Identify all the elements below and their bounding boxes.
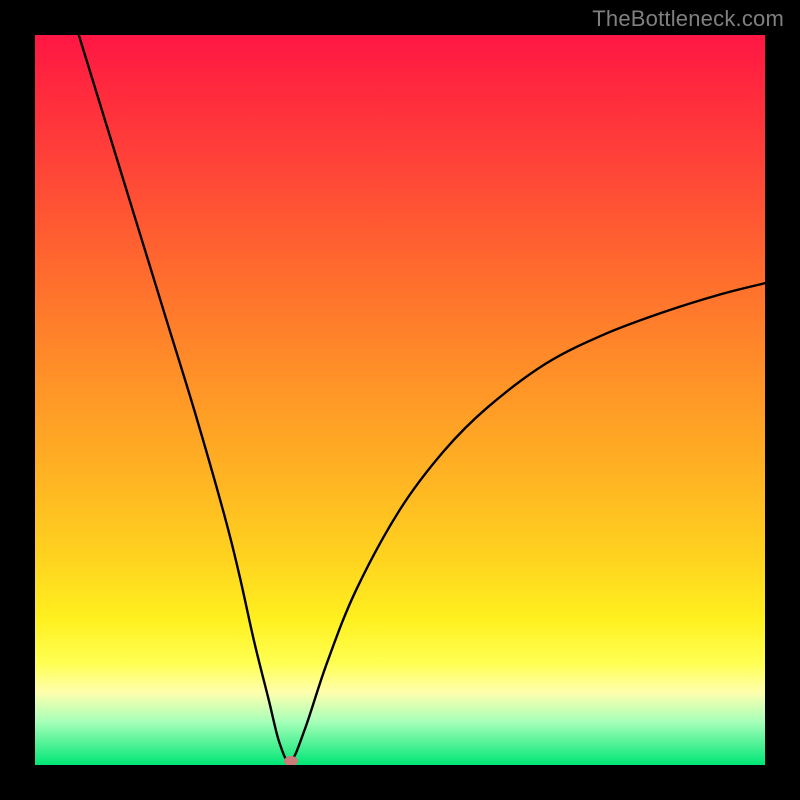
plot-area [35,35,765,765]
curve-layer [35,35,765,765]
watermark-text: TheBottleneck.com [592,6,784,32]
minimum-marker [284,756,298,765]
chart-stage: TheBottleneck.com [0,0,800,800]
bottleneck-curve [79,35,765,762]
